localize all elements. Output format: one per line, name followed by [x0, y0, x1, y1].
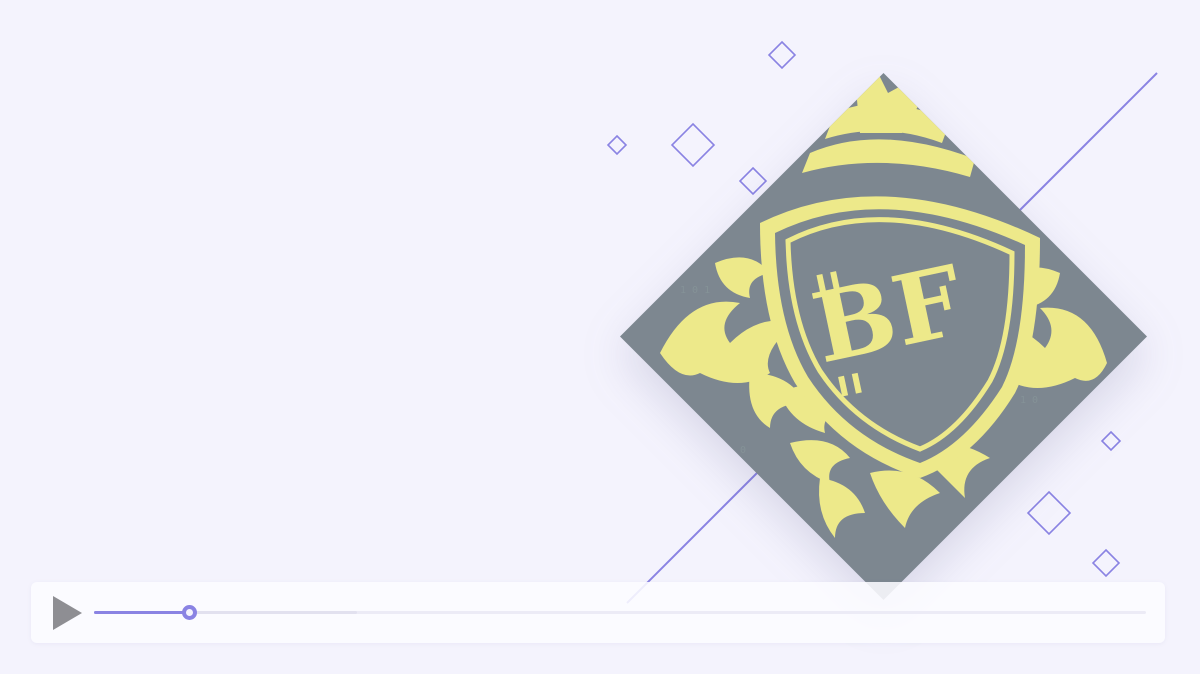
svg-text:1 0 1: 1 0 1 [680, 285, 710, 296]
emblem-image: 1 0 10 1 1 1 00 1 00 1 0 [620, 73, 1147, 600]
svg-text:1 0: 1 0 [1020, 395, 1038, 406]
bitcoin-crest-logo: 1 0 10 1 1 1 00 1 00 1 0 [620, 73, 1147, 600]
play-button[interactable] [51, 595, 83, 631]
seek-bar[interactable] [94, 605, 1146, 620]
video-frame[interactable]: 1 0 10 1 1 1 00 1 00 1 0 [0, 0, 1200, 674]
video-controls-bar [31, 582, 1165, 643]
seek-handle[interactable] [181, 605, 197, 620]
play-icon [53, 596, 82, 630]
svg-text:0: 0 [740, 445, 746, 456]
diamond-outline-icon [767, 40, 797, 70]
playback-progress [94, 611, 189, 614]
